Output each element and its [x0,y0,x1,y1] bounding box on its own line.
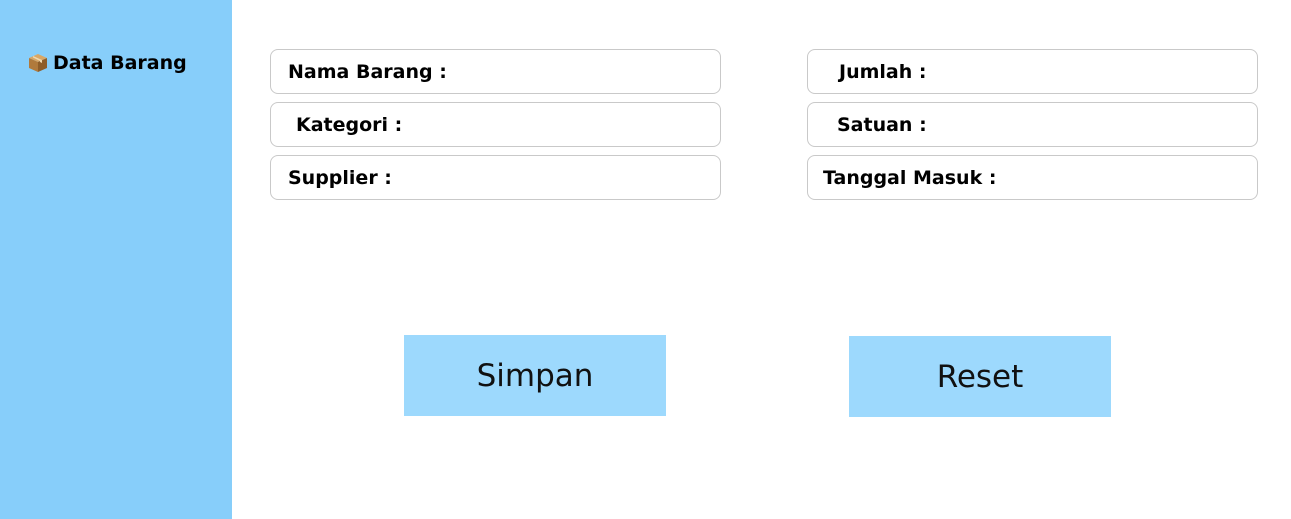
sidebar-item-data-barang[interactable]: Data Barang [27,52,187,74]
reset-button[interactable]: Reset [849,336,1111,417]
package-icon [27,52,49,74]
nama-barang-field: Nama Barang : [270,49,721,94]
sidebar: Data Barang [0,0,232,519]
jumlah-input[interactable] [926,50,1257,93]
jumlah-field: Jumlah : [807,49,1258,94]
jumlah-label: Jumlah : [839,60,927,83]
satuan-label: Satuan : [837,113,927,136]
kategori-field: Kategori : [270,102,721,147]
kategori-label: Kategori : [296,113,403,136]
satuan-field: Satuan : [807,102,1258,147]
satuan-input[interactable] [926,103,1257,146]
sidebar-item-label: Data Barang [53,52,187,74]
supplier-field: Supplier : [270,155,721,200]
tanggal-masuk-field: Tanggal Masuk : [807,155,1258,200]
supplier-label: Supplier : [288,166,392,189]
tanggal-masuk-input[interactable] [996,156,1257,199]
kategori-input[interactable] [402,103,720,146]
nama-barang-label: Nama Barang : [288,60,447,83]
nama-barang-input[interactable] [446,50,720,93]
save-button[interactable]: Simpan [404,335,666,416]
tanggal-masuk-label: Tanggal Masuk : [823,166,997,189]
supplier-input[interactable] [391,156,720,199]
